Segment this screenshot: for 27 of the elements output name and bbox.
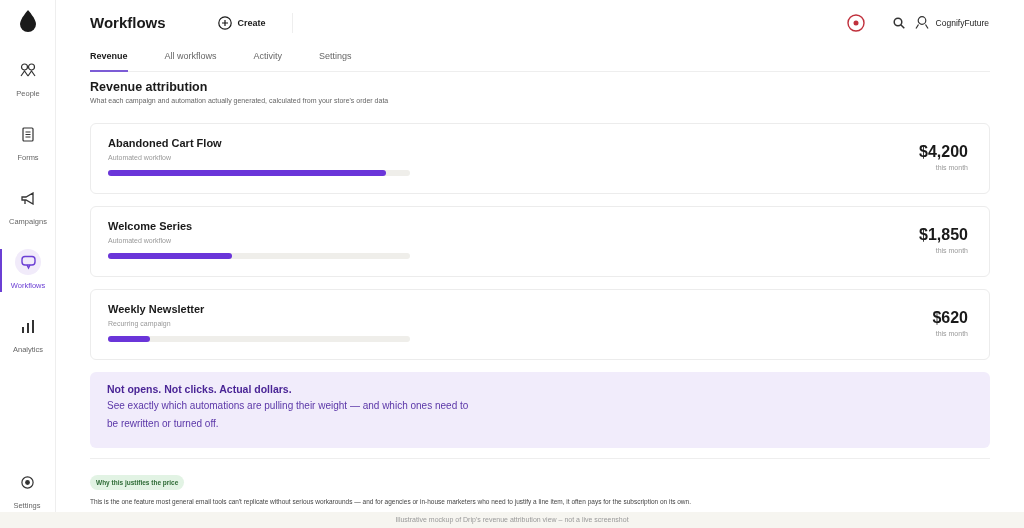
workflow-name: Abandoned Cart Flow [108,137,223,149]
bar-chart-icon [22,319,34,333]
workflow-name: Weekly Newsletter [108,303,206,315]
tab[interactable]: Revenue [90,44,128,72]
workflow-name: Welcome Series [108,220,194,232]
record-icon[interactable] [846,13,865,32]
document-icon [22,126,34,142]
tab[interactable]: Activity [253,44,283,72]
section-title: Revenue attribution [90,80,209,94]
plus-circle-icon [217,15,232,30]
megaphone-icon [21,191,35,205]
user-name[interactable]: CognifyFuture [935,17,989,28]
callout-text: See exactly which automations are pulling their weight — and which ones need to be rewritten or turned off. [107,399,470,431]
search-icon[interactable] [892,16,905,29]
settings-icon [20,475,34,489]
revenue-amount: $1,850 [919,226,968,244]
callout-headline: Not opens. Not clicks. Actual dollars. [107,383,293,395]
tab[interactable]: Settings [319,44,352,72]
chat-bubble-icon [20,254,36,270]
revenue-amount: $620 [932,309,968,327]
revenue-amount: $4,200 [919,143,968,161]
create-button[interactable]: Create [217,15,266,30]
user-icon[interactable] [914,16,929,29]
people-icon [20,63,36,77]
drop-logo-icon[interactable] [19,10,36,32]
tab[interactable]: All workflows [164,44,217,72]
page-title: Workflows [90,14,166,31]
